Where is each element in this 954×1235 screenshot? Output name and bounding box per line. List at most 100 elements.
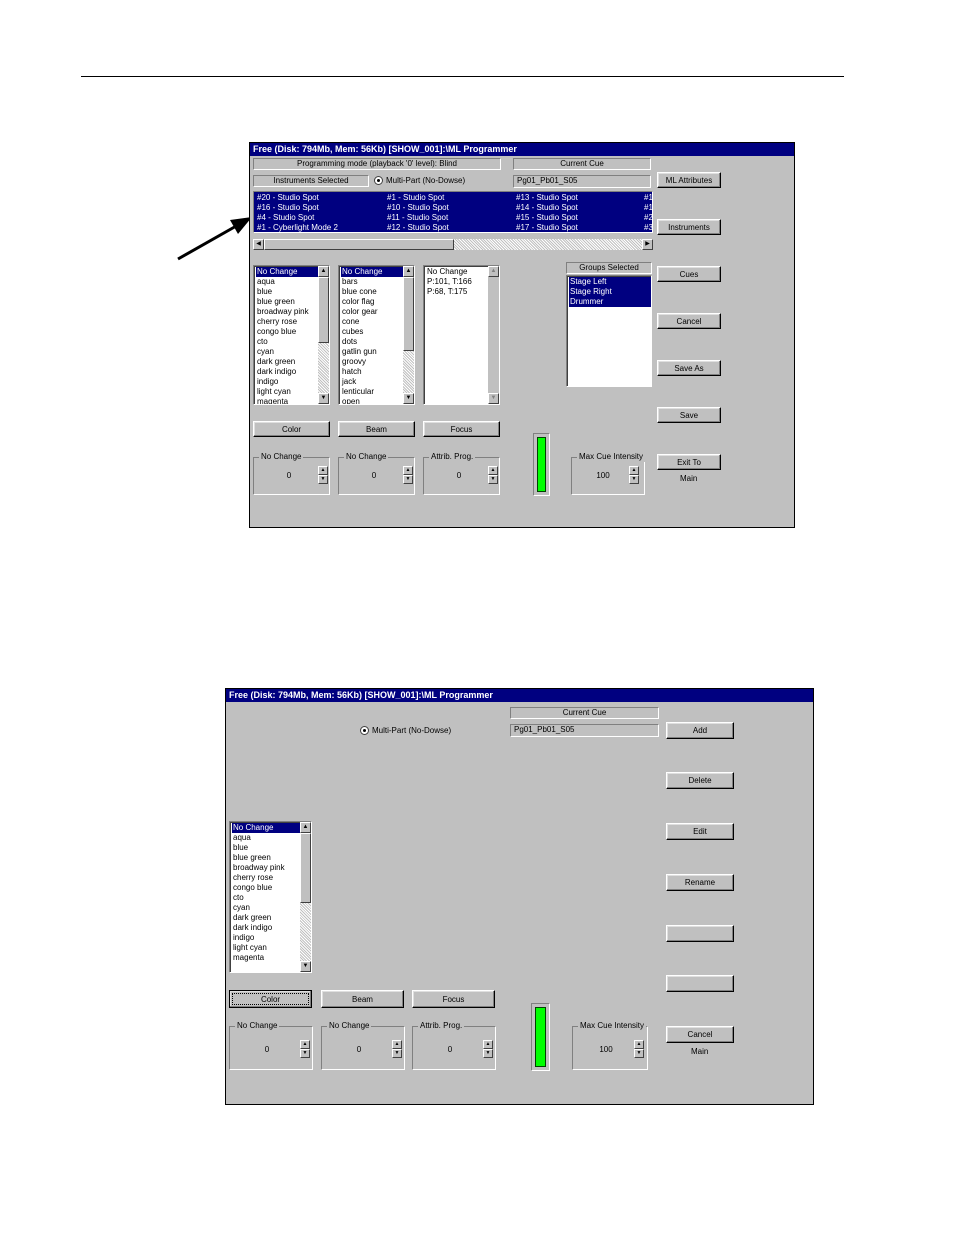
spin-down-icon[interactable]: ▼	[392, 1049, 402, 1058]
scroll-thumb[interactable]	[264, 239, 454, 250]
scroll-down-icon[interactable]: ▼	[318, 393, 329, 404]
intensity-meter-fill	[537, 437, 546, 492]
spinner-arrows[interactable]: ▲ ▼	[300, 1040, 310, 1058]
spin-up-icon[interactable]: ▲	[318, 466, 328, 475]
groups-list[interactable]: Stage Left Stage Right Drummer	[566, 275, 652, 387]
spinner-value[interactable]: 0	[344, 1045, 374, 1054]
multipart-radio[interactable]: Multi-Part (No-Dowse)	[374, 176, 465, 186]
scroll-up-icon[interactable]: ▲	[318, 266, 329, 277]
color-list[interactable]: No Change aqua blue blue green broadway pink…	[253, 265, 330, 405]
spin-up-icon[interactable]: ▲	[483, 1040, 493, 1049]
cancel-button[interactable]: Cancel	[657, 313, 721, 329]
scroll-down-icon[interactable]: ▼	[403, 393, 414, 404]
spinner-arrows[interactable]: ▲ ▼	[483, 1040, 493, 1058]
cues-button[interactable]: Cues	[657, 266, 721, 282]
instrument-item[interactable]: #13 - Studio Spot	[516, 193, 578, 203]
color-list-scrollbar[interactable]: ▲ ▼	[300, 822, 311, 972]
focus-list-scrollbar[interactable]: ▲ ▼	[488, 266, 499, 404]
instrument-item[interactable]: #1	[644, 193, 652, 203]
instrument-item[interactable]: #4 - Studio Spot	[257, 213, 338, 223]
delete-button[interactable]: Delete	[666, 772, 734, 789]
scroll-thumb[interactable]	[318, 277, 329, 343]
rename-button[interactable]: Rename	[666, 874, 734, 891]
spin-up-icon[interactable]: ▲	[634, 1040, 644, 1049]
color-spinner-group: No Change 0 ▲ ▼	[253, 452, 330, 495]
color-button[interactable]: Color	[253, 421, 330, 437]
instrument-item[interactable]: #10 - Studio Spot	[387, 203, 449, 213]
spinner-arrows[interactable]: ▲ ▼	[318, 466, 328, 484]
list-item[interactable]: Stage Right	[569, 287, 651, 297]
instrument-item[interactable]: #17 - Studio Spot	[516, 223, 578, 232]
instrument-item[interactable]: #1 - Studio Spot	[387, 193, 449, 203]
spin-down-icon[interactable]: ▼	[483, 1049, 493, 1058]
scroll-thumb[interactable]	[403, 277, 414, 351]
focus-list[interactable]: No Change P:101, T:166 P:68, T:175 ▲ ▼	[423, 265, 500, 405]
focus-button[interactable]: Focus	[412, 990, 495, 1008]
spin-up-icon[interactable]: ▲	[629, 466, 639, 475]
spin-up-icon[interactable]: ▲	[403, 466, 413, 475]
instrument-item[interactable]: #12 - Studio Spot	[387, 223, 449, 232]
instruments-button[interactable]: Instruments	[657, 219, 721, 235]
scroll-down-icon[interactable]: ▼	[300, 961, 311, 972]
instrument-item[interactable]: #11 - Studio Spot	[387, 213, 449, 223]
spin-down-icon[interactable]: ▼	[629, 475, 639, 484]
instrument-item[interactable]: #3	[644, 223, 652, 232]
spinner-value[interactable]: 0	[359, 471, 389, 480]
list-item[interactable]: Stage Left	[569, 277, 651, 287]
spin-up-icon[interactable]: ▲	[488, 466, 498, 475]
instrument-item[interactable]: #15 - Studio Spot	[516, 213, 578, 223]
spin-up-icon[interactable]: ▲	[300, 1040, 310, 1049]
spin-down-icon[interactable]: ▼	[403, 475, 413, 484]
max-cue-intensity-title: Max Cue Intensity	[578, 1021, 647, 1031]
instrument-item[interactable]: #1	[644, 203, 652, 213]
max-cue-intensity-value[interactable]: 100	[591, 1045, 621, 1054]
exit-to-button[interactable]: Exit To	[657, 454, 721, 470]
multipart-radio[interactable]: Multi-Part (No-Dowse)	[360, 726, 451, 736]
spin-down-icon[interactable]: ▼	[634, 1049, 644, 1058]
spinner-value[interactable]: 0	[252, 1045, 282, 1054]
beam-list-scrollbar[interactable]: ▲ ▼	[403, 266, 414, 404]
spin-down-icon[interactable]: ▼	[300, 1049, 310, 1058]
spinner-arrows[interactable]: ▲ ▼	[488, 466, 498, 484]
instrument-item[interactable]: #16 - Studio Spot	[257, 203, 338, 213]
spinner-arrows[interactable]: ▲ ▼	[634, 1040, 644, 1058]
scroll-up-icon[interactable]: ▲	[403, 266, 414, 277]
max-cue-intensity-value[interactable]: 100	[588, 471, 618, 480]
edit-button[interactable]: Edit	[666, 823, 734, 840]
instrument-item[interactable]: #20 - Studio Spot	[257, 193, 338, 203]
add-button[interactable]: Add	[666, 722, 734, 739]
spinner-value[interactable]: 0	[444, 471, 474, 480]
spin-up-icon[interactable]: ▲	[392, 1040, 402, 1049]
instruments-list[interactable]: #20 - Studio Spot #16 - Studio Spot #4 -…	[253, 191, 653, 233]
cancel-button[interactable]: Cancel	[666, 1026, 734, 1043]
scroll-up-icon: ▲	[488, 266, 499, 277]
spinner-arrows[interactable]: ▲ ▼	[392, 1040, 402, 1058]
instruments-horizontal-scrollbar[interactable]: ◀ ▶	[253, 239, 653, 250]
scroll-left-icon[interactable]: ◀	[253, 239, 264, 250]
scroll-thumb[interactable]	[300, 833, 311, 903]
blank-button-1[interactable]	[666, 925, 734, 942]
beam-list[interactable]: No Change bars blue cone color flag color ge…	[338, 265, 415, 405]
instrument-item[interactable]: #14 - Studio Spot	[516, 203, 578, 213]
spinner-arrows[interactable]: ▲ ▼	[403, 466, 413, 484]
beam-button[interactable]: Beam	[321, 990, 404, 1008]
color-list-scrollbar[interactable]: ▲ ▼	[318, 266, 329, 404]
instrument-item[interactable]: #1 - Cyberlight Mode 2	[257, 223, 338, 232]
spinner-value[interactable]: 0	[435, 1045, 465, 1054]
color-button[interactable]: Color	[229, 990, 312, 1008]
spin-down-icon[interactable]: ▼	[318, 475, 328, 484]
scroll-up-icon[interactable]: ▲	[300, 822, 311, 833]
spinner-arrows[interactable]: ▲ ▼	[629, 466, 639, 484]
save-as-button[interactable]: Save As	[657, 360, 721, 376]
scroll-right-icon[interactable]: ▶	[642, 239, 653, 250]
blank-button-2[interactable]	[666, 975, 734, 992]
beam-button[interactable]: Beam	[338, 421, 415, 437]
instrument-item[interactable]: #2	[644, 213, 652, 223]
list-item[interactable]: Drummer	[569, 297, 651, 307]
focus-button[interactable]: Focus	[423, 421, 500, 437]
color-list[interactable]: No Change aqua blue blue green broadway pink…	[229, 821, 312, 973]
spinner-value[interactable]: 0	[274, 471, 304, 480]
ml-attributes-button[interactable]: ML Attributes	[657, 172, 721, 188]
save-button[interactable]: Save	[657, 407, 721, 423]
spin-down-icon[interactable]: ▼	[488, 475, 498, 484]
